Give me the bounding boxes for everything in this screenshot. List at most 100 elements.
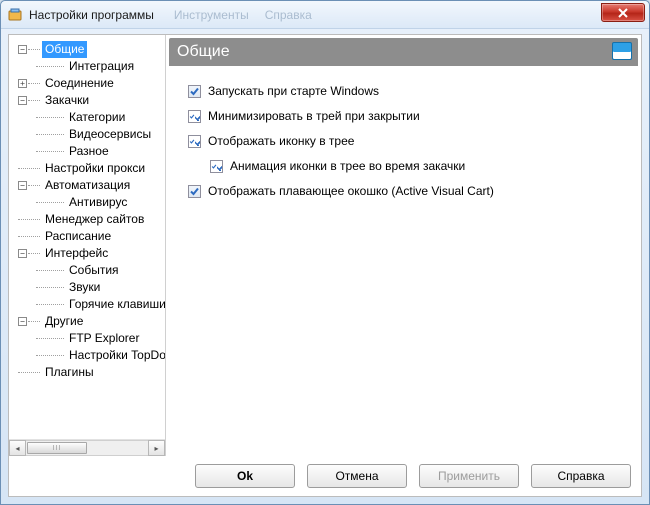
tree-item-label: Менеджер сайтов (42, 211, 147, 228)
tree-connector (28, 321, 40, 322)
tree-item[interactable]: Горячие клавиши (12, 296, 165, 313)
section-header-icon (612, 42, 632, 60)
tree-item[interactable]: Антивирус (12, 194, 165, 211)
option-label[interactable]: Анимация иконки в трее во время закачки (230, 159, 465, 173)
tree-connector (28, 185, 40, 186)
option-label[interactable]: Минимизировать в трей при закрытии (208, 109, 420, 123)
scroll-right-arrow[interactable]: ▸ (148, 440, 165, 456)
checkbox[interactable] (188, 110, 201, 123)
tree-connector (36, 338, 64, 339)
tree-item[interactable]: Настройки TopDownloads (12, 347, 165, 364)
tree-item-label: Разное (66, 143, 112, 160)
section-title: Общие (177, 43, 230, 61)
tree-connector (36, 202, 64, 203)
tree-collapse-icon[interactable]: − (18, 249, 27, 258)
tree-connector (36, 270, 64, 271)
tree-connector (18, 372, 40, 373)
tree-item[interactable]: − Автоматизация (12, 177, 165, 194)
tree-connector (36, 151, 64, 152)
tree-item[interactable]: Категории (12, 109, 165, 126)
scroll-left-arrow[interactable]: ◂ (9, 440, 26, 456)
tree-item[interactable]: FTP Explorer (12, 330, 165, 347)
tree-item[interactable]: Настройки прокси (12, 160, 165, 177)
tree-item-label: Расписание (42, 228, 114, 245)
button-bar: Ok Отмена Применить Справка (9, 456, 641, 496)
tree-connector (28, 83, 40, 84)
tree-item-label: Настройки TopDownloads (66, 347, 165, 364)
tree-item[interactable]: Звуки (12, 279, 165, 296)
tree-collapse-icon[interactable]: − (18, 317, 27, 326)
tree-item-label: Соединение (42, 75, 117, 92)
checkbox[interactable] (188, 185, 201, 198)
tree-item-label: Категории (66, 109, 128, 126)
client-area: −ОбщиеИнтеграция+Соединение−ЗакачкиКатег… (8, 34, 642, 497)
tree-connector (18, 219, 40, 220)
app-icon (7, 7, 23, 23)
options-list: Запускать при старте Windows Минимизирова… (166, 66, 641, 198)
tree-collapse-icon[interactable]: − (18, 181, 27, 190)
tree-item-label: Интерфейс (42, 245, 111, 262)
tree-connector (18, 236, 40, 237)
option-row: Анимация иконки в трее во время закачки (210, 159, 623, 173)
ghost-menu: Инструменты Справка (174, 8, 312, 22)
tree-connector (28, 100, 40, 101)
option-label[interactable]: Отображать плавающее окошко (Active Visu… (208, 184, 494, 198)
window-title: Настройки программы (29, 8, 154, 22)
tree-item[interactable]: −Другие (12, 313, 165, 330)
tree-hscrollbar[interactable]: ◂ III ▸ (9, 439, 165, 456)
checkbox[interactable] (210, 160, 223, 173)
apply-button-label: Применить (438, 469, 500, 483)
nav-tree[interactable]: − ОбщиеИнтеграция + Соединение−ЗакачкиКатег… (9, 41, 165, 439)
option-row: Минимизировать в трей при закрытии (188, 109, 623, 123)
tree-item[interactable]: Видеосервисы (12, 126, 165, 143)
scroll-thumb[interactable]: III (27, 442, 87, 454)
tree-item-label: Общие (42, 41, 87, 58)
tree-item-label: FTP Explorer (66, 330, 142, 347)
tree-item-label: Звуки (66, 279, 103, 296)
tree-item-label: Горячие клавиши (66, 296, 165, 313)
titlebar[interactable]: Настройки программы Инструменты Справка (1, 1, 649, 29)
tree-item-label: Антивирус (66, 194, 130, 211)
option-label[interactable]: Запускать при старте Windows (208, 84, 379, 98)
ok-button[interactable]: Ok (195, 464, 295, 488)
tree-item[interactable]: Менеджер сайтов (12, 211, 165, 228)
tree-item[interactable]: −Закачки (12, 92, 165, 109)
content-panel: Общие Запускать при старте Windows Миними… (166, 35, 641, 456)
tree-connector (36, 355, 64, 356)
tree-connector (36, 66, 64, 67)
tree-item-label: События (66, 262, 122, 279)
cancel-button-label: Отмена (335, 469, 378, 483)
tree-item-label: Автоматизация (42, 177, 133, 194)
checkbox[interactable] (188, 135, 201, 148)
ghost-menu-item: Инструменты (174, 8, 249, 22)
cancel-button[interactable]: Отмена (307, 464, 407, 488)
tree-connector (36, 117, 64, 118)
tree-item[interactable]: + Соединение (12, 75, 165, 92)
tree-connector (36, 304, 64, 305)
scroll-track[interactable]: III (26, 440, 148, 456)
tree-collapse-icon[interactable]: − (18, 45, 27, 54)
tree-collapse-icon[interactable]: − (18, 96, 27, 105)
tree-connector (18, 168, 40, 169)
tree-expand-icon[interactable]: + (18, 79, 27, 88)
tree-item-label: Интеграция (66, 58, 137, 75)
option-label[interactable]: Отображать иконку в трее (208, 134, 354, 148)
apply-button[interactable]: Применить (419, 464, 519, 488)
ok-button-label: Ok (237, 469, 253, 483)
help-button[interactable]: Справка (531, 464, 631, 488)
tree-connector (28, 49, 40, 50)
tree-item[interactable]: Разное (12, 143, 165, 160)
option-row: Отображать плавающее окошко (Active Visu… (188, 184, 623, 198)
tree-item[interactable]: Плагины (12, 364, 165, 381)
tree-connector (28, 253, 40, 254)
checkbox[interactable] (188, 85, 201, 98)
tree-item[interactable]: − Общие (12, 41, 165, 58)
help-button-label: Справка (557, 469, 604, 483)
tree-item[interactable]: Интеграция (12, 58, 165, 75)
option-row: Запускать при старте Windows (188, 84, 623, 98)
tree-connector (36, 287, 64, 288)
tree-item[interactable]: Расписание (12, 228, 165, 245)
close-button[interactable] (601, 3, 645, 22)
tree-item[interactable]: − Интерфейс (12, 245, 165, 262)
tree-item[interactable]: События (12, 262, 165, 279)
